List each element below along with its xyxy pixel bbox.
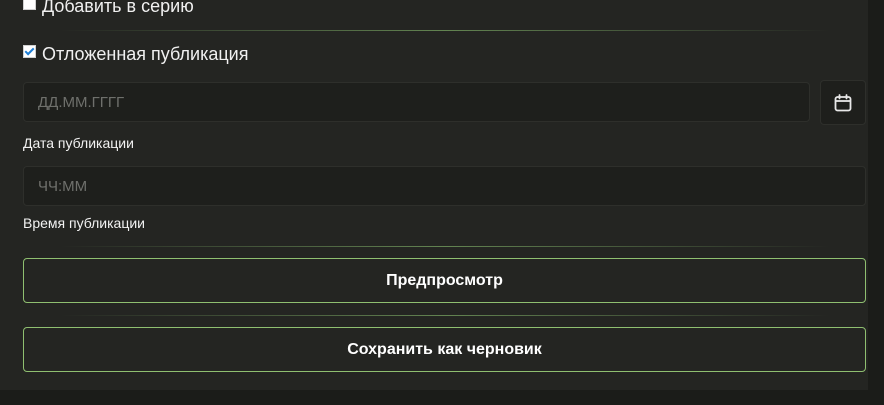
publication-settings-panel: Добавить в серию Отложенная публикация Д… [0,0,868,390]
preview-button[interactable]: Предпросмотр [23,258,866,303]
add-to-series-checkbox[interactable]: Добавить в серию [23,0,194,17]
publication-time-input[interactable]: ЧЧ:ММ [23,166,866,206]
calendar-icon [834,93,852,111]
publication-date-input[interactable]: ДД.ММ.ГГГГ [23,82,810,122]
section-divider [60,315,830,316]
section-divider [60,30,830,31]
calendar-button[interactable] [820,80,866,125]
publication-time-placeholder: ЧЧ:ММ [38,177,88,195]
add-to-series-box[interactable] [23,0,36,10]
section-divider [60,246,830,247]
publication-date-label: Дата публикации [23,135,134,151]
scheduled-publication-label: Отложенная публикация [42,44,249,64]
publication-date-placeholder: ДД.ММ.ГГГГ [38,93,125,111]
publication-time-label: Время публикации [23,215,146,231]
save-draft-button[interactable]: Сохранить как черновик [23,327,866,372]
add-to-series-label: Добавить в серию [42,0,194,16]
scheduled-publication-checkbox[interactable]: Отложенная публикация [23,44,248,65]
scheduled-publication-box[interactable] [23,45,36,58]
